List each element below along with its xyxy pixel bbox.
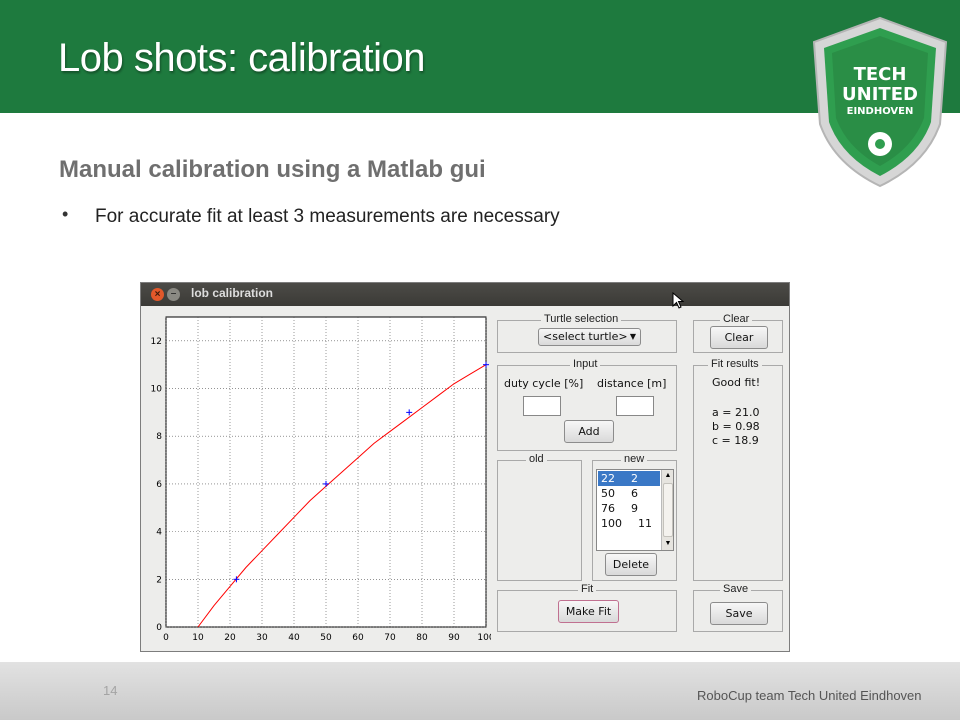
window-title: lob calibration: [191, 286, 274, 300]
save-button[interactable]: Save: [710, 602, 768, 625]
fit-status: Good fit!: [712, 376, 761, 389]
plot-area: [165, 316, 487, 628]
logo-line2: UNITED: [842, 84, 918, 105]
turtle-selection-title: Turtle selection: [541, 313, 622, 325]
scroll-up-icon[interactable]: ▲: [662, 470, 673, 482]
add-button[interactable]: Add: [564, 420, 614, 443]
save-title: Save: [720, 583, 752, 595]
turtle-select-dropdown[interactable]: <select turtle> ▼: [538, 328, 641, 346]
fit-param-c: c = 18.9: [712, 434, 759, 447]
duty-cycle-input[interactable]: [523, 396, 561, 416]
list-item[interactable]: 22 2: [598, 471, 660, 486]
footer-text: RoboCup team Tech United Eindhoven: [697, 688, 922, 703]
y-tick-label: 12: [151, 337, 162, 347]
x-tick-label: 60: [352, 633, 364, 643]
x-tick-label: 0: [163, 633, 169, 643]
x-tick-label: 90: [448, 633, 460, 643]
tech-united-logo: TECH UNITED EINDHOVEN: [806, 14, 954, 190]
scroll-down-icon[interactable]: ▼: [662, 538, 673, 550]
clear-title: Clear: [720, 313, 753, 325]
input-panel: Input duty cycle [%] distance [m] Add: [497, 358, 677, 451]
distance-label: distance [m]: [597, 377, 667, 390]
fit-title: Fit: [578, 583, 597, 595]
x-tick-label: 10: [192, 633, 204, 643]
y-tick-label: 2: [156, 575, 162, 585]
x-tick-label: 80: [416, 633, 428, 643]
slide-subtitle: Manual calibration using a Matlab gui: [59, 156, 486, 183]
slide-title: Lob shots: calibration: [58, 36, 426, 80]
x-tick-label: 40: [288, 633, 300, 643]
fit-results-panel: Fit results Good fit! a = 21.0 b = 0.98 …: [693, 358, 783, 581]
calibration-plot: 0 10 20 30 40 50 60 70 80 90 100 0 2 4 6 8 10 12: [151, 316, 491, 643]
turtle-selection-panel: Turtle selection <select turtle> ▼: [497, 313, 677, 353]
logo-line1: TECH: [853, 64, 907, 85]
listbox-scrollbar[interactable]: ▲ ▼: [661, 470, 673, 550]
delete-button[interactable]: Delete: [605, 553, 657, 576]
bullet-text: For accurate fit at least 3 measurements…: [95, 206, 560, 227]
fit-param-a: a = 21.0: [712, 406, 760, 419]
y-tick-label: 0: [156, 623, 162, 633]
page-number: 14: [103, 683, 118, 698]
x-tick-label: 50: [320, 633, 332, 643]
logo-line3: EINDHOVEN: [846, 106, 914, 117]
y-tick-label: 8: [156, 432, 162, 442]
list-item[interactable]: 76 9: [598, 501, 660, 516]
fit-param-b: b = 0.98: [712, 420, 760, 433]
clear-button[interactable]: Clear: [710, 326, 768, 349]
fit-results-title: Fit results: [708, 358, 762, 370]
close-icon[interactable]: ×: [151, 288, 164, 301]
scroll-thumb[interactable]: [663, 483, 673, 537]
x-tick-label: 70: [384, 633, 396, 643]
fit-panel: Fit Make Fit: [497, 583, 677, 632]
minimize-icon[interactable]: –: [167, 288, 180, 301]
duty-cycle-label: duty cycle [%]: [504, 377, 584, 390]
list-item[interactable]: 50 6: [598, 486, 660, 501]
y-tick-label: 10: [151, 385, 163, 395]
bullet-icon: •: [62, 204, 69, 224]
old-panel: old: [497, 453, 582, 581]
window-titlebar: × – lob calibration: [141, 283, 789, 309]
new-title: new: [621, 453, 648, 465]
chevron-down-icon: ▼: [629, 332, 636, 341]
list-item[interactable]: 100 11: [598, 516, 660, 531]
mouse-cursor-icon: [672, 292, 685, 309]
slide-footer: 14 RoboCup team Tech United Eindhoven: [0, 662, 960, 720]
matlab-window: × – lob calibration 0 10 20 30 40 50 60 70 80 90 1…: [140, 282, 790, 652]
x-tick-label: 20: [224, 633, 236, 643]
new-panel: new 22 2 50 6 76 9 100 11 ▲ ▼ Delete: [592, 453, 677, 581]
y-tick-label: 4: [156, 528, 162, 538]
save-panel: Save Save: [693, 583, 783, 632]
x-tick-label: 30: [256, 633, 268, 643]
x-tick-label: 100: [477, 633, 491, 643]
turtle-select-value: <select turtle>: [543, 330, 628, 343]
old-title: old: [526, 453, 547, 465]
make-fit-button[interactable]: Make Fit: [558, 600, 619, 623]
measurement-listbox[interactable]: 22 2 50 6 76 9 100 11 ▲ ▼: [596, 469, 674, 551]
clear-panel: Clear Clear: [693, 313, 783, 353]
input-title: Input: [570, 358, 601, 370]
distance-input[interactable]: [616, 396, 654, 416]
y-tick-label: 6: [156, 480, 162, 490]
